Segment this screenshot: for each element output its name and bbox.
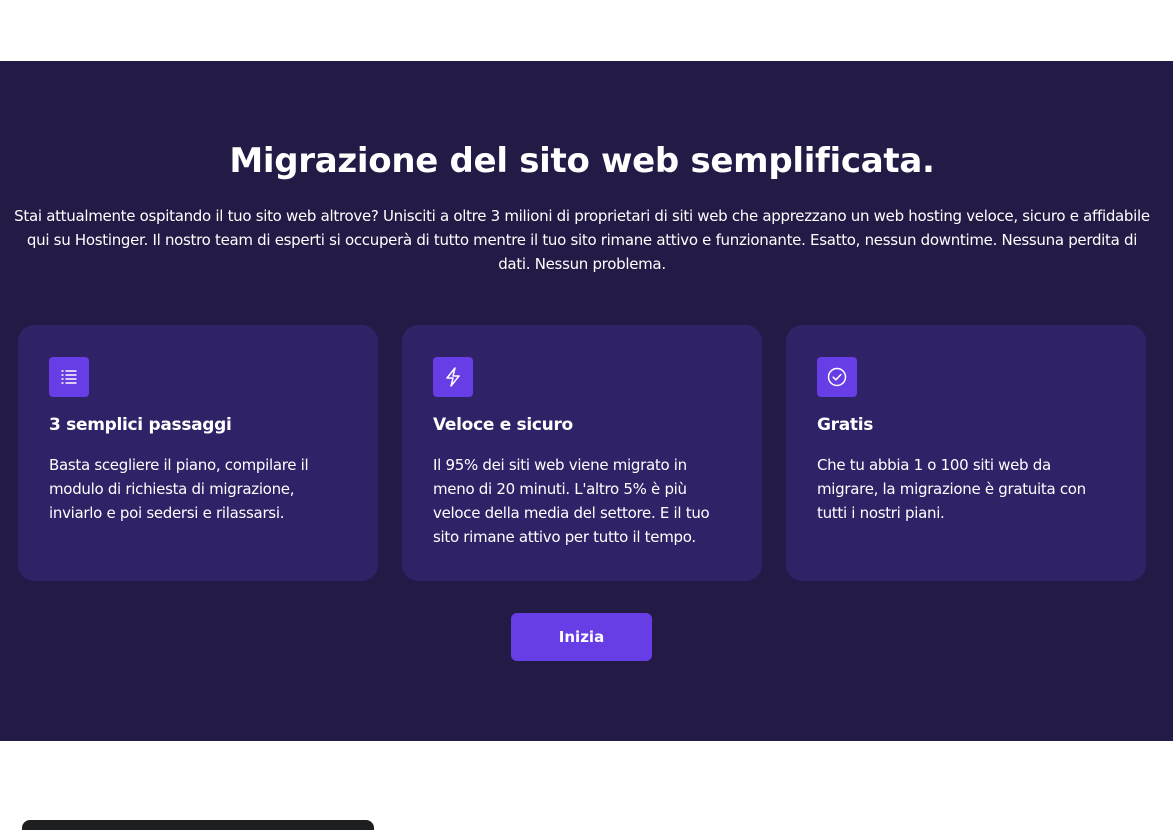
- card-title: Gratis: [817, 415, 874, 435]
- card-title: Veloce e sicuro: [433, 415, 573, 435]
- feature-card-free: Gratis Che tu abbia 1 o 100 siti web da …: [786, 325, 1146, 581]
- section-title: Migrazione del sito web semplificata.: [229, 141, 935, 181]
- start-button[interactable]: Inizia: [511, 613, 652, 661]
- feature-card-fast-secure: Veloce e sicuro Il 95% dei siti web vien…: [402, 325, 762, 581]
- next-section-image: [22, 820, 374, 830]
- card-text: Il 95% dei siti web viene migrato in men…: [433, 456, 710, 546]
- check-circle-icon: [817, 357, 857, 397]
- page-top-whitespace: [0, 0, 1174, 61]
- section-description: Stai attualmente ospitando il tuo sito w…: [14, 207, 1150, 273]
- list-icon: [49, 357, 89, 397]
- feature-card-steps: 3 semplici passaggi Basta scegliere il p…: [18, 325, 378, 581]
- card-text: Basta scegliere il piano, compilare il m…: [49, 456, 309, 522]
- card-text: Che tu abbia 1 o 100 siti web da migrare…: [817, 456, 1086, 522]
- lightning-icon: [433, 357, 473, 397]
- migration-section: Migrazione del sito web semplificata. St…: [0, 61, 1173, 741]
- card-title: 3 semplici passaggi: [49, 415, 232, 435]
